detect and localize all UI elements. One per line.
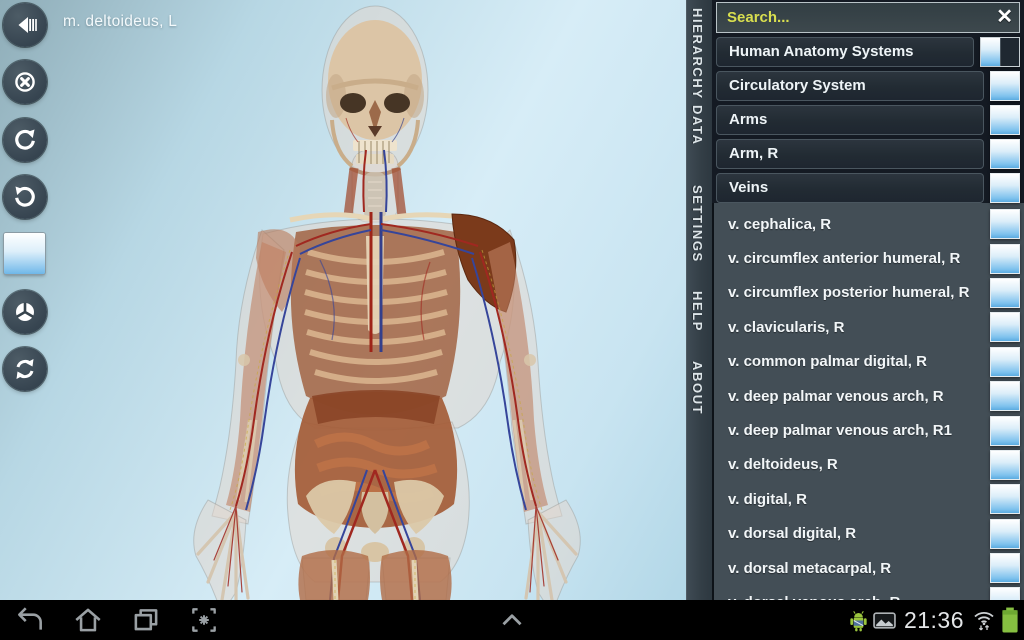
visibility-toggle[interactable] — [990, 209, 1020, 239]
visibility-toggle[interactable] — [990, 484, 1020, 514]
selected-structure-label: m. deltoideus, L — [63, 13, 177, 31]
list-item[interactable]: v. cephalica, R — [716, 207, 1020, 241]
anatomy-model[interactable] — [0, 0, 686, 600]
pie-segments-button[interactable] — [3, 290, 47, 334]
sync-arrows-icon — [13, 357, 37, 381]
close-button[interactable] — [3, 60, 47, 104]
visibility-toggle[interactable] — [990, 587, 1020, 600]
list-item-label: v. clavicularis, R — [716, 319, 984, 336]
visibility-toggle[interactable] — [990, 71, 1020, 101]
back-icon[interactable] — [14, 604, 46, 636]
app-screen: m. deltoideus, L — [0, 0, 1024, 640]
search-clear-icon[interactable]: ✕ — [996, 5, 1013, 29]
pie-segments-icon — [13, 300, 37, 324]
list-item[interactable]: v. clavicularis, R — [716, 310, 1020, 344]
visibility-toggle[interactable] — [990, 416, 1020, 446]
side-tabbar: HIERARCHY DATA SETTINGS HELP ABOUT — [686, 0, 712, 600]
list-item[interactable]: v. circumflex posterior humeral, R — [716, 276, 1020, 310]
keyboard-collapse[interactable] — [496, 604, 528, 640]
list-item[interactable]: v. deep palmar venous arch, R1 — [716, 413, 1020, 447]
android-usb-icon — [849, 609, 868, 632]
visibility-toggle[interactable] — [990, 519, 1020, 549]
recent-apps-icon[interactable] — [130, 604, 162, 636]
battery-full-icon — [1001, 607, 1019, 633]
list-item[interactable]: Arm, R — [716, 139, 1020, 169]
list-item[interactable]: v. circumflex anterior humeral, R — [716, 241, 1020, 275]
rotate-ccw-icon — [13, 128, 37, 152]
list-item[interactable]: v. digital, R — [716, 482, 1020, 516]
tab-data[interactable]: DATA — [690, 105, 705, 146]
leaf-list: v. cephalica, R v. circumflex anterior hu… — [712, 207, 1024, 600]
list-item[interactable]: v. deltoideus, R — [716, 448, 1020, 482]
list-item[interactable]: Arms — [716, 105, 1020, 135]
list-item[interactable]: Circulatory System — [716, 71, 1020, 101]
home-icon[interactable] — [72, 604, 104, 636]
list-item-label: Human Anatomy Systems — [716, 37, 974, 67]
toggle-on-half — [981, 38, 1000, 66]
list-item-label: v. cephalica, R — [716, 216, 984, 233]
toggle-off-half — [1000, 38, 1020, 66]
list-item[interactable]: Human Anatomy Systems — [716, 37, 1020, 67]
visibility-toggle[interactable] — [990, 381, 1020, 411]
list-item[interactable]: v. deep palmar venous arch, R — [716, 379, 1020, 413]
list-item-label: Arm, R — [716, 139, 984, 169]
model-viewport[interactable]: m. deltoideus, L — [0, 0, 686, 600]
list-item-label: v. digital, R — [716, 491, 984, 508]
pelvis-graphic — [306, 480, 444, 562]
tab-help[interactable]: HELP — [690, 291, 705, 332]
color-swatch-button[interactable] — [4, 233, 45, 274]
close-circle-icon — [13, 70, 37, 94]
visibility-toggle[interactable] — [990, 139, 1020, 169]
tab-hierarchy[interactable]: HIERARCHY — [690, 8, 705, 100]
list-item-label: v. circumflex posterior humeral, R — [716, 284, 984, 301]
tab-settings[interactable]: SETTINGS — [690, 185, 705, 263]
list-item-label: Circulatory System — [716, 71, 984, 101]
visibility-toggle[interactable] — [980, 37, 1020, 67]
status-cluster: 21:36 — [849, 600, 1019, 640]
list-item-label: v. deep palmar venous arch, R — [716, 388, 984, 405]
list-item[interactable]: v. dorsal venous arch, R — [716, 585, 1020, 600]
rotate-cw-icon — [13, 185, 37, 209]
list-item-label: v. deep palmar venous arch, R1 — [716, 422, 984, 439]
nav-buttons — [14, 604, 220, 636]
skip-back-button[interactable] — [3, 3, 47, 47]
visibility-toggle[interactable] — [990, 244, 1020, 274]
list-item[interactable]: v. dorsal digital, R — [716, 517, 1020, 551]
screen-capture-icon[interactable] — [188, 604, 220, 636]
visibility-toggle[interactable] — [990, 312, 1020, 342]
list-item-label: v. common palmar digital, R — [716, 353, 984, 370]
wifi-activity-icon — [972, 608, 996, 632]
visibility-toggle[interactable] — [990, 105, 1020, 135]
list-item-label: v. deltoideus, R — [716, 456, 984, 473]
screenshot-notification-icon — [873, 610, 896, 630]
skip-back-icon — [13, 13, 37, 37]
visibility-toggle[interactable] — [990, 347, 1020, 377]
list-item-label: Arms — [716, 105, 984, 135]
list-item-label: v. dorsal digital, R — [716, 525, 984, 542]
system-navbar: 21:36 — [0, 600, 1024, 640]
parent-list: Human Anatomy Systems Circulatory System A… — [716, 37, 1020, 203]
search-input[interactable] — [716, 2, 1020, 33]
rotate-ccw-button[interactable] — [3, 118, 47, 162]
sync-button[interactable] — [3, 347, 47, 391]
visibility-toggle[interactable] — [990, 278, 1020, 308]
visibility-toggle[interactable] — [990, 553, 1020, 583]
list-item-label: Veins — [716, 173, 984, 203]
clock: 21:36 — [904, 607, 964, 634]
list-item[interactable]: v. common palmar digital, R — [716, 345, 1020, 379]
visibility-toggle[interactable] — [990, 173, 1020, 203]
visibility-toggle[interactable] — [990, 450, 1020, 480]
rotate-cw-button[interactable] — [3, 175, 47, 219]
list-item[interactable]: Veins — [716, 173, 1020, 203]
list-item[interactable]: v. dorsal metacarpal, R — [716, 551, 1020, 585]
tab-about[interactable]: ABOUT — [690, 361, 705, 415]
list-item-label: v. circumflex anterior humeral, R — [716, 250, 984, 267]
search-row: ✕ — [716, 2, 1020, 33]
chevron-up-icon — [496, 604, 528, 636]
panel-top-zone: ✕ Human Anatomy Systems Circulatory Syste… — [712, 0, 1024, 203]
list-item-label: v. dorsal metacarpal, R — [716, 560, 984, 577]
hierarchy-panel: ✕ Human Anatomy Systems Circulatory Syste… — [712, 0, 1024, 600]
